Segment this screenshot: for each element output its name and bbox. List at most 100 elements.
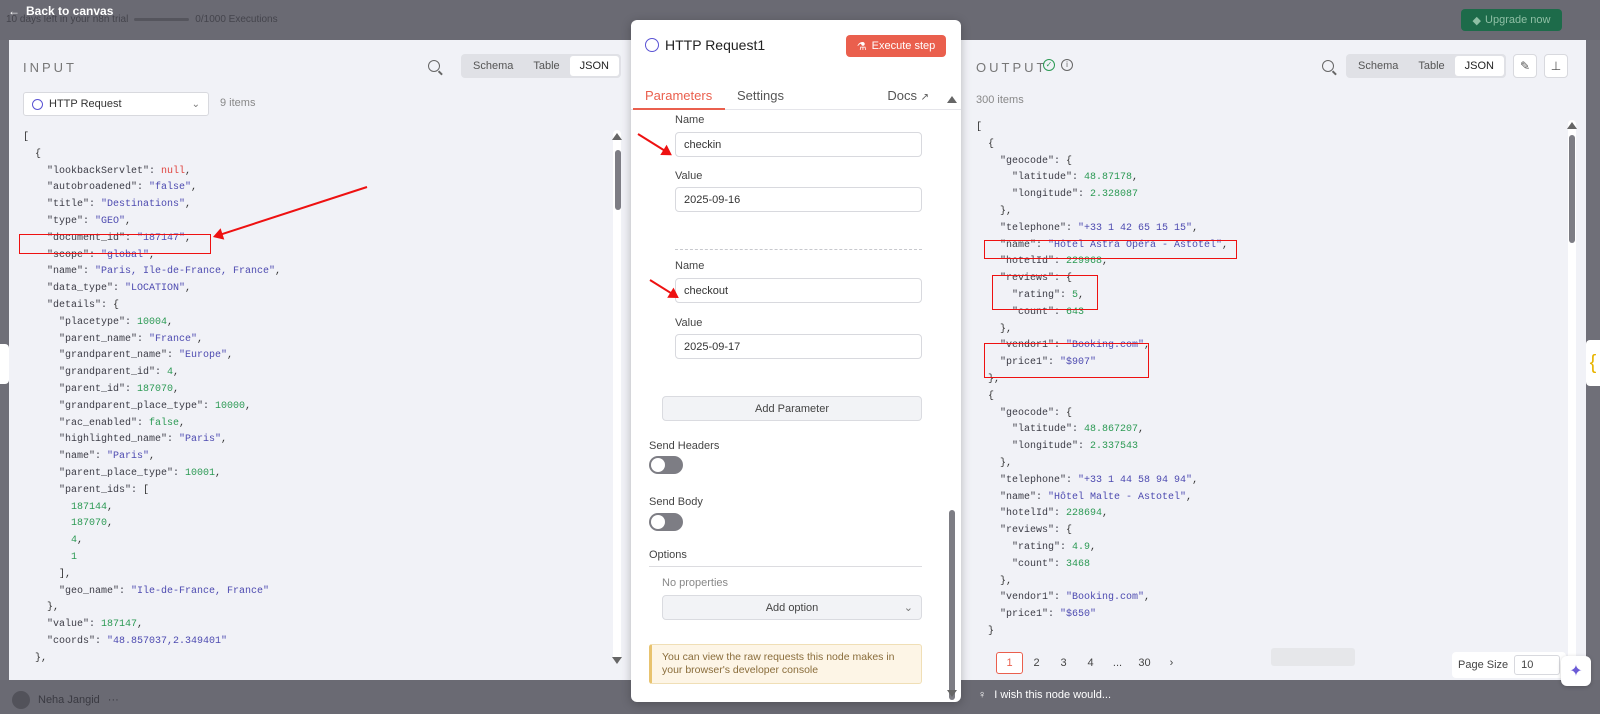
scroll-up-icon[interactable]	[947, 96, 957, 103]
json-line: "grandparent_place_type": 10000,	[23, 399, 281, 416]
page-4[interactable]: 4	[1077, 652, 1104, 674]
json-token: ,	[215, 467, 222, 479]
json-line: {	[976, 389, 1228, 406]
output-scroll-thumb[interactable]	[1569, 135, 1575, 243]
json-line: },	[976, 574, 1228, 591]
execute-label: Execute step	[871, 40, 936, 52]
json-line: "parent_id": 187070,	[23, 382, 281, 399]
param1-name-input[interactable]: checkin	[675, 132, 922, 157]
braces-icon[interactable]: {	[1586, 340, 1600, 386]
param1-name-label: Name	[675, 114, 705, 126]
json-token: "latitude":	[976, 424, 1085, 436]
json-token: 3468	[1066, 558, 1091, 570]
json-token: {	[113, 299, 120, 311]
send-body-toggle[interactable]	[649, 513, 683, 531]
executions-count: 0/1000 Executions	[195, 14, 278, 25]
json-token: "LOCATION"	[125, 283, 186, 295]
search-icon[interactable]	[428, 60, 440, 72]
chevron-right-icon[interactable]: ›	[1158, 652, 1185, 674]
json-token: ,	[245, 400, 252, 412]
user-name: Neha Jangid	[38, 694, 100, 706]
search-icon[interactable]	[1322, 60, 1334, 72]
scroll-up-icon[interactable]	[1567, 122, 1577, 129]
edit-icon[interactable]: ✎	[1513, 54, 1537, 78]
input-node-select[interactable]: HTTP Request ⌄	[23, 92, 209, 116]
param2-name-input[interactable]: checkout	[675, 278, 922, 303]
json-token: ,	[185, 199, 192, 211]
json-token: "Booking.com"	[1066, 592, 1145, 604]
tab-parameters[interactable]: Parameters	[645, 88, 712, 103]
page-3[interactable]: 3	[1050, 652, 1077, 674]
output-view-json[interactable]: JSON	[1454, 56, 1504, 76]
json-token: ,	[179, 417, 186, 429]
json-token: ,	[185, 283, 192, 295]
json-token: 187144	[23, 501, 108, 513]
input-view-schema[interactable]: Schema	[463, 56, 523, 76]
page-ellipsis[interactable]: ...	[1104, 652, 1131, 674]
page-2[interactable]: 2	[1023, 652, 1050, 674]
back-to-canvas-button[interactable]: ← Back to canvas	[8, 4, 113, 18]
json-token: "name":	[976, 491, 1049, 503]
page-30[interactable]: 30	[1131, 652, 1158, 674]
page-size-select[interactable]: 10	[1514, 655, 1561, 675]
flask-icon: ⚗	[856, 40, 867, 53]
json-token: ,	[149, 451, 156, 463]
json-line: {	[23, 147, 281, 164]
add-parameter-button[interactable]: Add Parameter	[662, 396, 922, 421]
json-token: "longitude":	[976, 189, 1091, 201]
scroll-down-icon[interactable]	[947, 690, 957, 697]
scroll-up-icon[interactable]	[612, 133, 622, 140]
send-headers-toggle[interactable]	[649, 456, 683, 474]
feedback-link[interactable]: ♀ I wish this node would...	[978, 689, 1111, 701]
scroll-down-icon[interactable]	[612, 657, 622, 664]
json-token: ,	[221, 434, 228, 446]
upgrade-button[interactable]: ◆ Upgrade now	[1461, 9, 1562, 31]
json-line: "details": {	[23, 298, 281, 315]
input-view-json[interactable]: JSON	[569, 56, 619, 76]
json-token: 187147	[101, 619, 138, 631]
input-view-table[interactable]: Table	[523, 56, 569, 76]
arrow-left-icon: ←	[8, 4, 20, 18]
info-icon[interactable]: i	[1061, 59, 1073, 71]
json-token: "grandparent_id":	[23, 367, 168, 379]
json-token: [	[23, 132, 30, 143]
param1-value-input[interactable]: 2025-09-16	[675, 187, 922, 212]
json-token: "vendor1":	[976, 592, 1067, 604]
json-token: 187070	[23, 518, 108, 530]
json-token: {	[1066, 525, 1073, 537]
json-token: ,	[1132, 172, 1139, 184]
json-line: },	[23, 651, 281, 668]
json-line: "rac_enabled": false,	[23, 416, 281, 433]
output-json-view: [ { "geocode": { "latitude": 48.87178, "…	[976, 120, 1228, 641]
page-1[interactable]: 1	[996, 652, 1023, 674]
input-items-count: 9 items	[220, 97, 256, 109]
pin-icon[interactable]: ⊥	[1544, 54, 1568, 78]
more-icon[interactable]: ···	[108, 694, 119, 706]
json-token: "France"	[149, 333, 198, 345]
json-token: "coords":	[23, 635, 108, 647]
output-view-table[interactable]: Table	[1408, 56, 1454, 76]
docs-link[interactable]: Docs ↗	[887, 88, 929, 103]
json-token: "grandparent_place_type":	[23, 400, 216, 412]
json-token: ,	[137, 619, 144, 631]
add-option-select[interactable]: Add option ⌄	[662, 595, 922, 620]
param2-value-input[interactable]: 2025-09-17	[675, 334, 922, 359]
sparkle-icon[interactable]: ✦	[1561, 656, 1591, 686]
modal-scroll-thumb[interactable]	[949, 510, 955, 700]
output-view-schema[interactable]: Schema	[1348, 56, 1408, 76]
json-line: "rating": 4.9,	[976, 540, 1228, 557]
annotation-box-document-id	[19, 234, 211, 254]
input-scroll-thumb[interactable]	[615, 150, 621, 210]
chevron-down-icon: ⌄	[903, 602, 913, 614]
execute-step-button[interactable]: ⚗ Execute step	[846, 35, 946, 57]
upgrade-label: Upgrade now	[1485, 14, 1551, 26]
gem-icon: ◆	[1472, 14, 1482, 27]
output-pagination: 1 2 3 4 ... 30 ›	[996, 652, 1185, 674]
param2-name-label: Name	[675, 260, 705, 272]
json-token: "reviews":	[976, 525, 1067, 537]
tab-settings[interactable]: Settings	[737, 88, 784, 103]
json-token: ,	[173, 367, 180, 379]
user-menu[interactable]: Neha Jangid ···	[12, 691, 119, 709]
json-line: }	[976, 624, 1228, 641]
avatar	[12, 691, 30, 709]
